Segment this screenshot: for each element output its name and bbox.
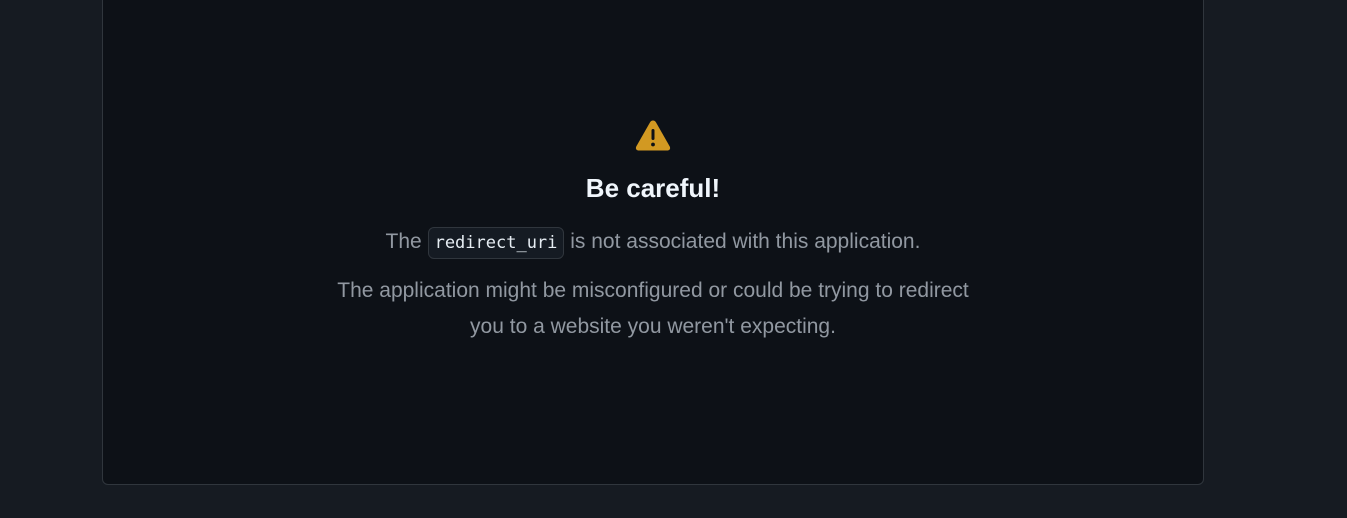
warning-title: Be careful!: [585, 173, 721, 203]
redirect-uri-message: The redirect_uri is not associated with …: [103, 226, 1203, 259]
warning-card: Be careful! The redirect_uri is not asso…: [102, 0, 1204, 485]
redirect-uri-code: redirect_uri: [427, 227, 565, 259]
alert-triangle-icon: [635, 120, 671, 151]
misconfiguration-explanation: The application might be misconfigured o…: [337, 279, 969, 338]
warning-content: Be careful! The redirect_uri is not asso…: [103, 119, 1203, 345]
message-suffix: is not associated with this application.: [570, 230, 921, 253]
message-prefix: The: [385, 230, 422, 253]
